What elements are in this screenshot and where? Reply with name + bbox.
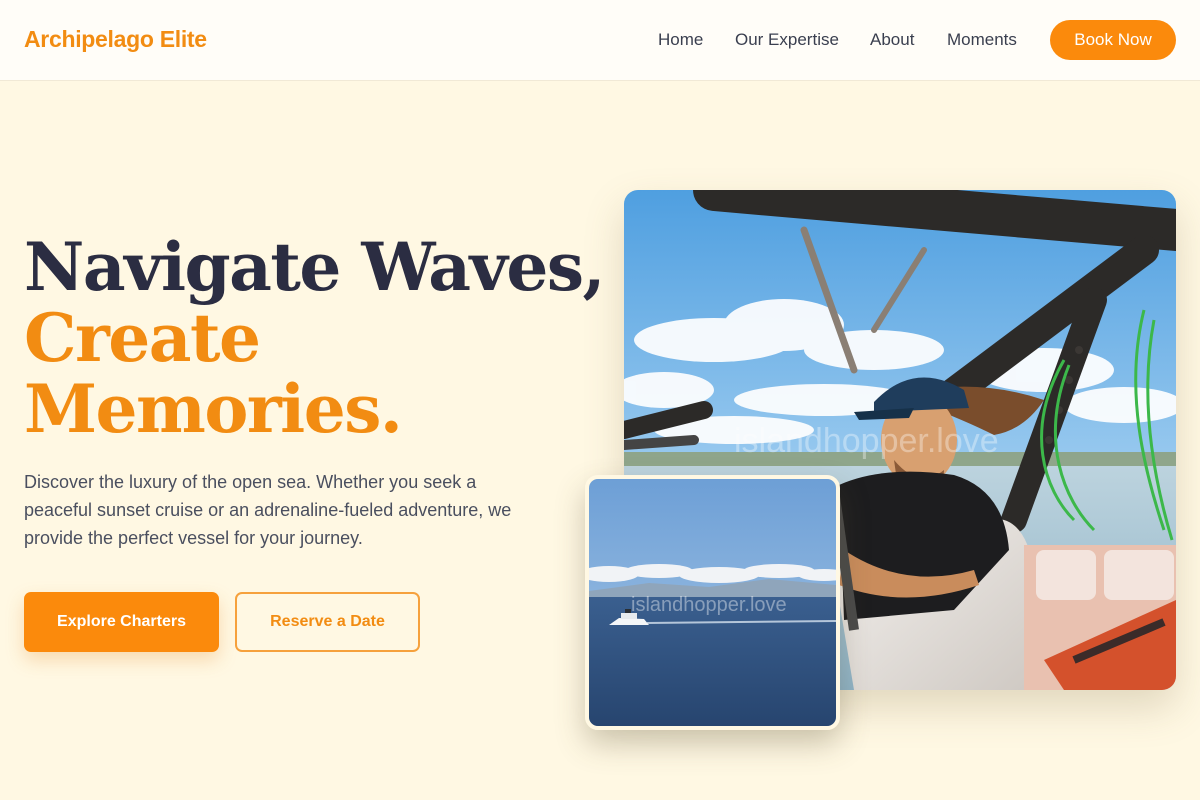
hero-headline-line2: Create bbox=[24, 299, 261, 377]
nav-link-home[interactable]: Home bbox=[658, 30, 703, 50]
nav-link-about[interactable]: About bbox=[870, 30, 914, 50]
hero-headline-line3: Memories. bbox=[24, 370, 403, 448]
small-photo-watermark: islandhopper.love bbox=[631, 594, 787, 616]
explore-charters-button[interactable]: Explore Charters bbox=[24, 592, 219, 652]
main-photo-watermark: islandhopper.love bbox=[734, 422, 999, 460]
site-header: Archipelago Elite Home Our Expertise Abo… bbox=[0, 0, 1200, 81]
nav-link-moments[interactable]: Moments bbox=[947, 30, 1017, 50]
hero-description: Discover the luxury of the open sea. Whe… bbox=[24, 472, 512, 548]
nav-link-our-expertise[interactable]: Our Expertise bbox=[735, 30, 839, 50]
hero-headline: Navigate Waves, Create Memories. bbox=[24, 228, 606, 448]
hero-photo-speedboat: islandhopper.love bbox=[585, 475, 840, 730]
reserve-date-button[interactable]: Reserve a Date bbox=[235, 592, 420, 652]
hero-headline-line1: Navigate Waves, bbox=[24, 228, 606, 306]
main-nav: Home Our Expertise About Moments bbox=[0, 30, 1200, 52]
book-now-button[interactable]: Book Now bbox=[1050, 20, 1176, 60]
